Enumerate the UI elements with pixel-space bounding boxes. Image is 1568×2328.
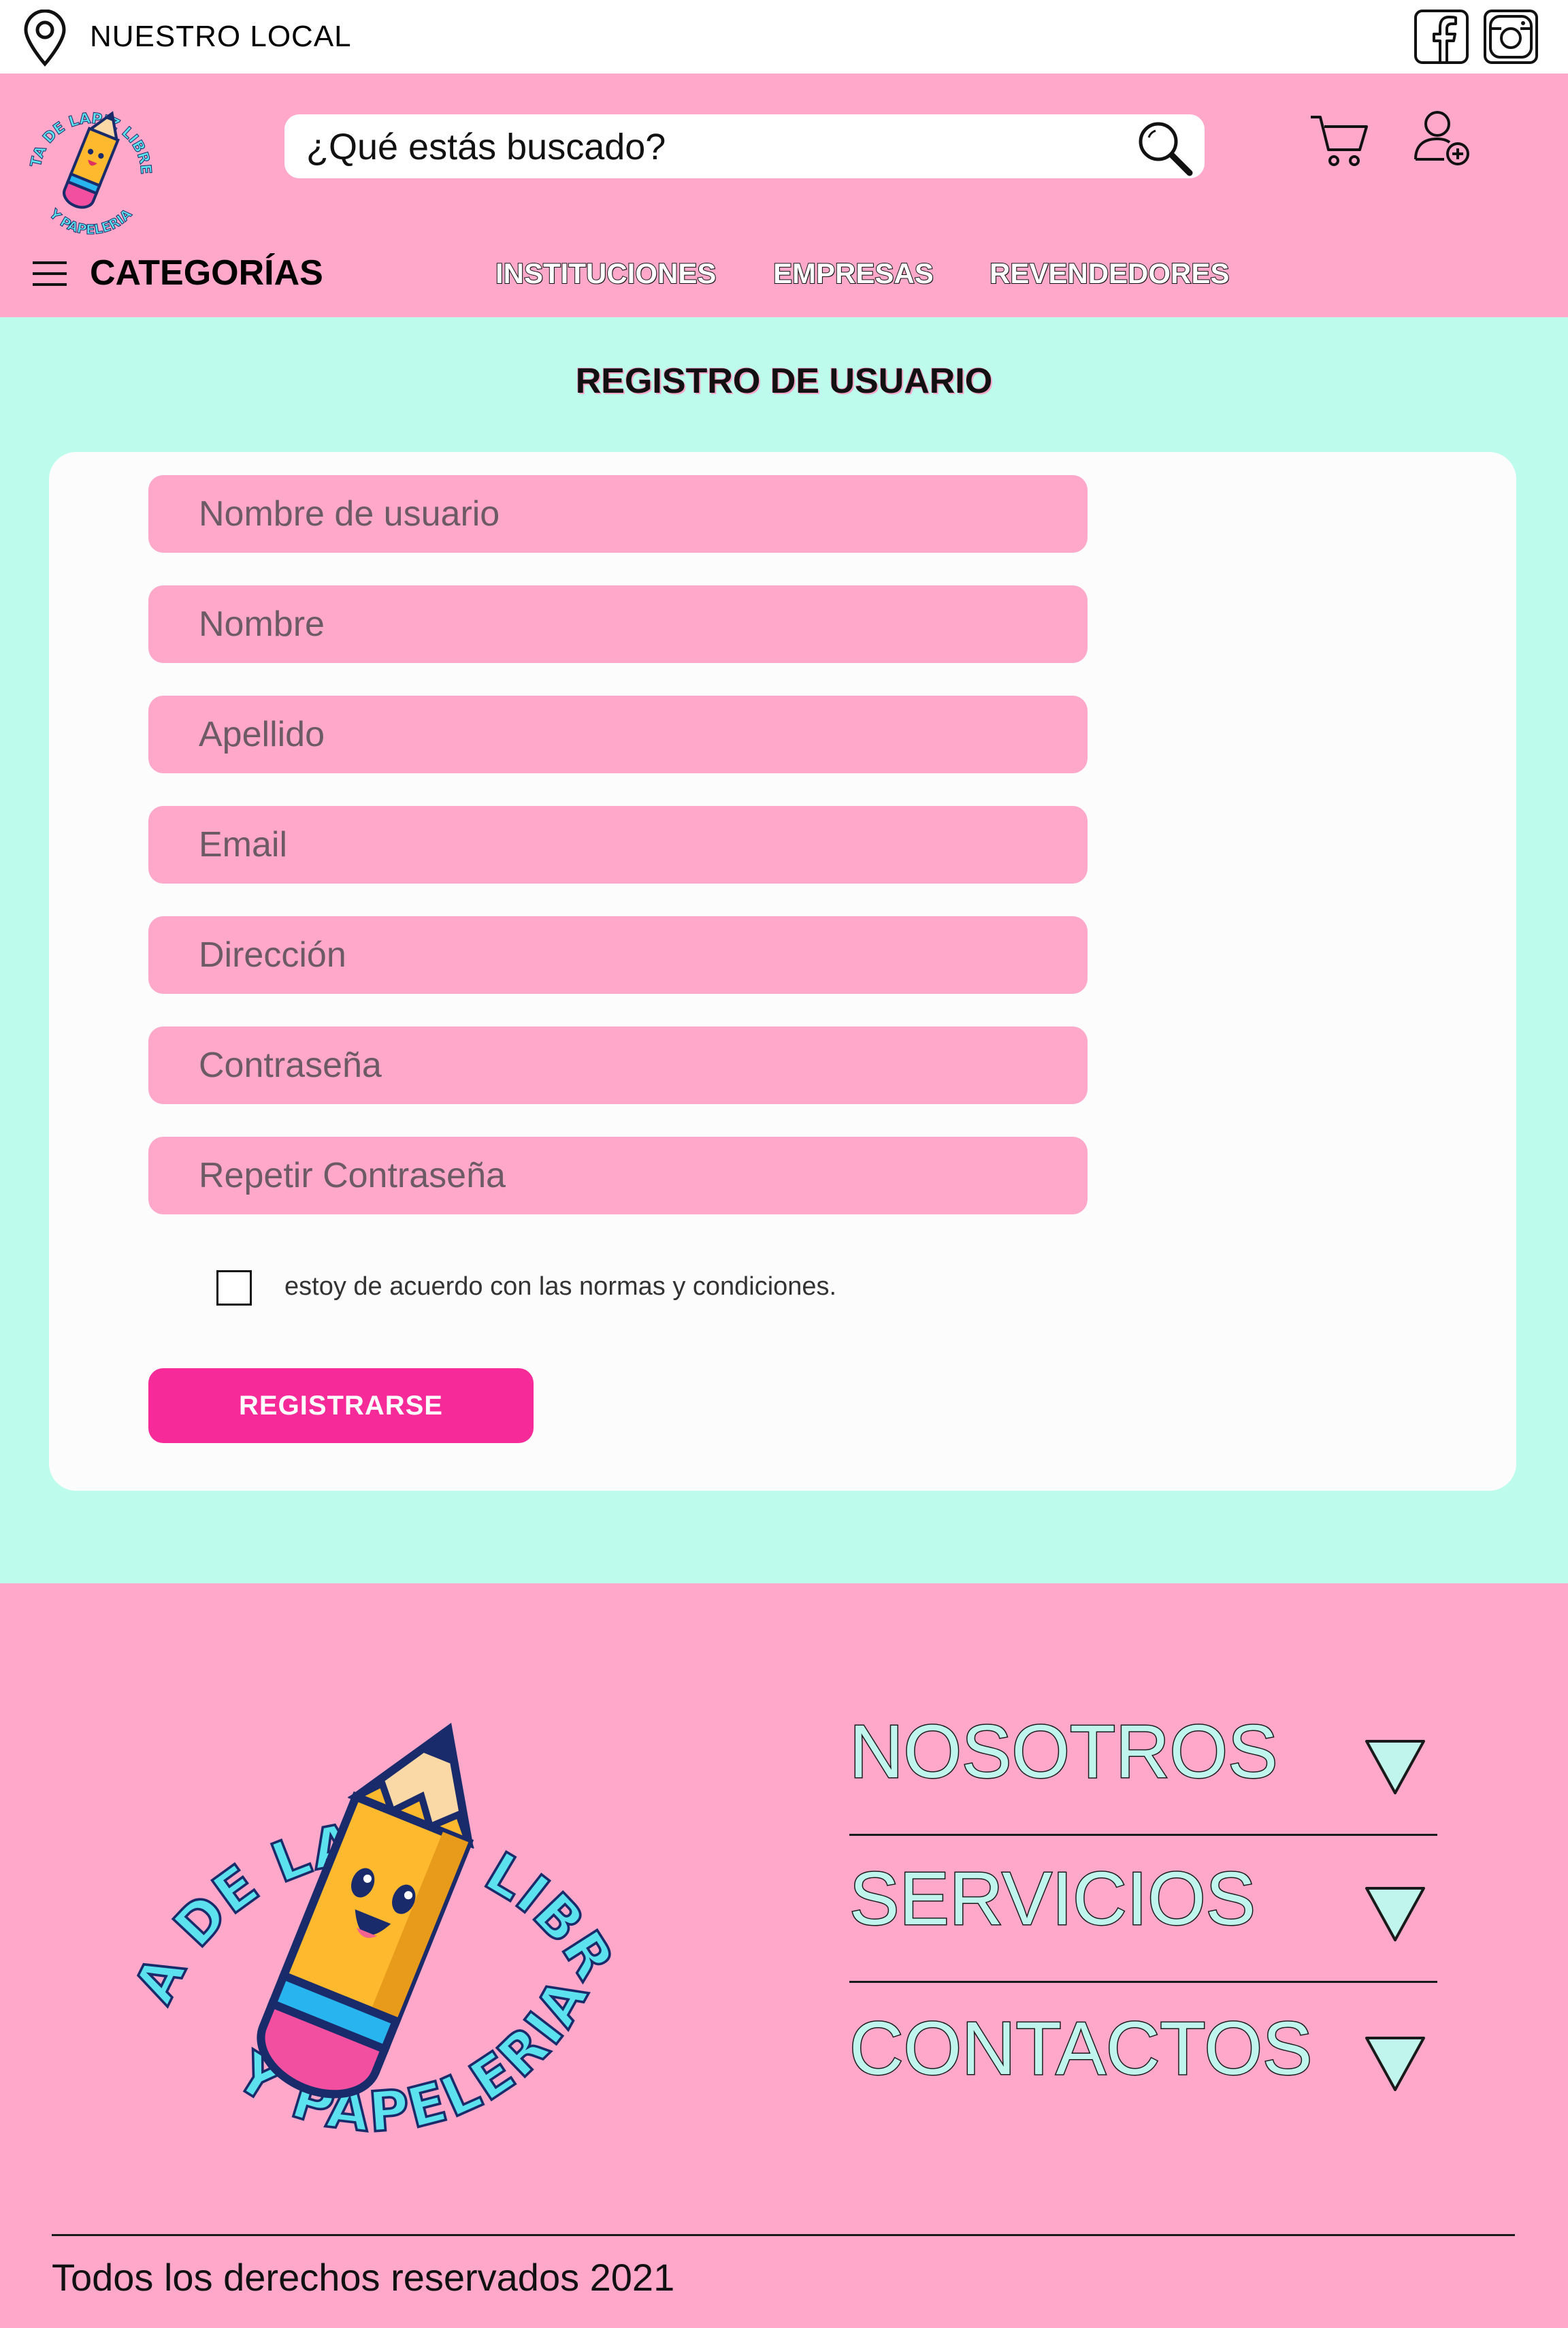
- footer-services-link[interactable]: SERVICIOS: [848, 1857, 1256, 1941]
- cart-icon[interactable]: [1309, 112, 1371, 170]
- site-header: PUNTA DE LAPIZ LIBRERIA Y PAPELERIA ¿Qué…: [0, 74, 1568, 317]
- instagram-icon[interactable]: [1482, 8, 1539, 65]
- add-user-icon[interactable]: [1413, 109, 1471, 167]
- nav-link-institutions[interactable]: INSTITUCIONES: [495, 256, 717, 291]
- chevron-down-icon[interactable]: [1364, 1886, 1426, 1943]
- categories-menu[interactable]: CATEGORÍAS: [90, 252, 323, 294]
- main-content: REGISTRO DE USUARIO Nombre de usuario No…: [0, 317, 1568, 1583]
- location-pin-icon[interactable]: [20, 10, 69, 67]
- terms-label: estoy de acuerdo con las normas y condic…: [284, 1272, 837, 1301]
- footer-divider: [849, 1981, 1437, 1983]
- repeat-password-field[interactable]: Repetir Contraseña: [148, 1137, 1088, 1214]
- email-field[interactable]: Email: [148, 806, 1088, 884]
- search-input[interactable]: ¿Qué estás buscado?: [306, 127, 666, 167]
- our-store-link[interactable]: NUESTRO LOCAL: [90, 19, 352, 54]
- top-bar: NUESTRO LOCAL: [0, 0, 1568, 74]
- register-button[interactable]: REGISTRARSE: [148, 1368, 534, 1443]
- first-name-field[interactable]: Nombre: [148, 585, 1088, 663]
- search-icon[interactable]: [1134, 117, 1195, 178]
- copyright-text: Todos los derechos reservados 2021: [52, 2256, 675, 2299]
- registration-form: Nombre de usuario Nombre Apellido Email …: [49, 452, 1516, 1491]
- nav-link-companies[interactable]: EMPRESAS: [772, 256, 934, 291]
- username-field[interactable]: Nombre de usuario: [148, 475, 1088, 553]
- footer-about-link[interactable]: NOSOTROS: [849, 1710, 1279, 1794]
- password-field[interactable]: Contraseña: [148, 1026, 1088, 1104]
- last-name-field[interactable]: Apellido: [148, 696, 1088, 773]
- page-title: REGISTRO DE USUARIO: [575, 361, 993, 401]
- site-footer: PUNTA DE LAPIZ LIBRERIA Y PAPELERIA NOSO…: [0, 1583, 1568, 2328]
- chevron-down-icon[interactable]: [1364, 2035, 1426, 2092]
- chevron-down-icon[interactable]: [1364, 1739, 1426, 1796]
- footer-contacts-link[interactable]: CONTACTOS: [848, 2007, 1313, 2090]
- footer-divider: [849, 1834, 1437, 1836]
- terms-checkbox[interactable]: [216, 1270, 252, 1306]
- nav-link-resellers[interactable]: REVENDEDORES: [989, 256, 1230, 291]
- search-bar[interactable]: ¿Qué estás buscado?: [284, 114, 1205, 178]
- brand-logo[interactable]: PUNTA DE LAPIZ LIBRERIA Y PAPELERIA: [20, 97, 161, 237]
- footer-rule: [52, 2234, 1515, 2236]
- address-field[interactable]: Dirección: [148, 916, 1088, 994]
- menu-icon[interactable]: [31, 260, 68, 287]
- facebook-icon[interactable]: [1413, 8, 1470, 65]
- svg-text:Y PAPELERIA: Y PAPELERIA: [46, 206, 135, 237]
- footer-brand-logo: PUNTA DE LAPIZ LIBRERIA Y PAPELERIA: [95, 1639, 626, 2146]
